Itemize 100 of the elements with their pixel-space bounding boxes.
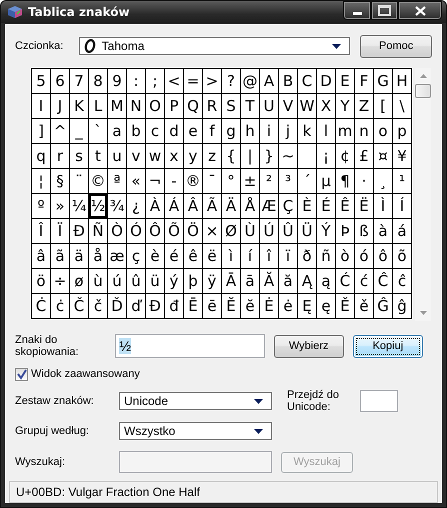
character-cell[interactable]: R xyxy=(203,94,221,118)
select-button[interactable]: Wybierz xyxy=(274,334,344,358)
character-cell[interactable]: × xyxy=(203,219,221,243)
character-cell[interactable]: Ó xyxy=(127,219,145,243)
character-cell[interactable]: y xyxy=(184,144,202,168)
character-cell[interactable]: û xyxy=(127,269,145,293)
character-cell[interactable]: Õ xyxy=(165,219,183,243)
character-cell[interactable]: Ù xyxy=(241,219,259,243)
character-cell[interactable]: n xyxy=(355,119,373,143)
character-cell[interactable]: Ă xyxy=(260,269,278,293)
character-cell[interactable]: ñ xyxy=(317,244,335,268)
character-cell[interactable]: ç xyxy=(127,244,145,268)
character-cell[interactable]: ; xyxy=(146,69,164,93)
character-cell[interactable]: þ xyxy=(184,269,202,293)
character-cell[interactable]: { xyxy=(222,144,240,168)
character-cell[interactable]: ď xyxy=(127,294,145,318)
character-cell[interactable]: Ě xyxy=(336,294,354,318)
character-cell[interactable]: ¾ xyxy=(108,194,126,218)
character-cell[interactable]: č xyxy=(89,294,107,318)
character-cell[interactable]: Û xyxy=(279,219,297,243)
character-cell[interactable]: T xyxy=(241,94,259,118)
character-cell[interactable]: å xyxy=(89,244,107,268)
character-cell[interactable]: Ä xyxy=(222,194,240,218)
character-cell[interactable]: ã xyxy=(51,244,69,268)
character-cell[interactable]: - xyxy=(165,169,183,193)
maximize-button[interactable] xyxy=(371,1,398,20)
character-cell[interactable]: B xyxy=(279,69,297,93)
character-cell[interactable]: ā xyxy=(241,269,259,293)
character-cell[interactable]: ï xyxy=(279,244,297,268)
character-cell[interactable]: Ė xyxy=(260,294,278,318)
character-cell[interactable]: á xyxy=(393,219,411,243)
character-cell[interactable]: Ċ xyxy=(32,294,50,318)
character-cell[interactable]: î xyxy=(260,244,278,268)
character-cell[interactable]: ¼ xyxy=(70,194,88,218)
character-cell[interactable]: À xyxy=(146,194,164,218)
character-cell[interactable]: æ xyxy=(108,244,126,268)
character-cell[interactable]: | xyxy=(241,144,259,168)
character-cell[interactable]: ° xyxy=(222,169,240,193)
character-cell[interactable]: p xyxy=(393,119,411,143)
character-cell[interactable]: ć xyxy=(355,269,373,293)
character-cell[interactable]: S xyxy=(222,94,240,118)
character-cell[interactable]: G xyxy=(374,69,392,93)
character-cell[interactable]: w xyxy=(146,144,164,168)
character-cell[interactable]: j xyxy=(279,119,297,143)
character-cell[interactable] xyxy=(298,144,316,168)
checkbox[interactable] xyxy=(15,368,28,380)
character-cell[interactable]: Ĝ xyxy=(374,294,392,318)
character-cell[interactable]: [ xyxy=(374,94,392,118)
character-cell[interactable]: ě xyxy=(355,294,373,318)
character-cell[interactable]: F xyxy=(355,69,373,93)
character-cell[interactable]: s xyxy=(70,144,88,168)
character-cell[interactable]: Ë xyxy=(355,194,373,218)
character-cell[interactable]: ą xyxy=(317,269,335,293)
character-cell[interactable]: ´ xyxy=(298,169,316,193)
character-cell[interactable]: Ā xyxy=(222,269,240,293)
scrollbar[interactable] xyxy=(415,68,431,321)
character-cell[interactable]: g xyxy=(222,119,240,143)
character-cell[interactable]: k xyxy=(298,119,316,143)
character-cell[interactable]: µ xyxy=(317,169,335,193)
character-cell[interactable]: § xyxy=(51,169,69,193)
character-cell[interactable]: v xyxy=(127,144,145,168)
character-cell[interactable]: h xyxy=(241,119,259,143)
search-field[interactable] xyxy=(119,451,272,473)
character-cell[interactable]: i xyxy=(260,119,278,143)
character-cell[interactable]: ¢ xyxy=(336,144,354,168)
character-cell[interactable]: ¸ xyxy=(374,169,392,193)
group-by-dropdown[interactable]: Wszystko xyxy=(119,422,272,440)
character-cell[interactable]: Ĉ xyxy=(374,269,392,293)
character-cell[interactable]: Ì xyxy=(374,194,392,218)
character-cell[interactable]: \ xyxy=(393,94,411,118)
character-cell[interactable]: : xyxy=(127,69,145,93)
character-cell[interactable]: l xyxy=(317,119,335,143)
character-cell[interactable]: ù xyxy=(89,269,107,293)
character-cell[interactable]: ¥ xyxy=(393,144,411,168)
character-cell[interactable]: Q xyxy=(184,94,202,118)
character-cell[interactable]: Ç xyxy=(279,194,297,218)
character-cell[interactable]: ë xyxy=(203,244,221,268)
character-cell[interactable]: ē xyxy=(203,294,221,318)
character-cell[interactable]: c xyxy=(146,119,164,143)
character-cell[interactable]: m xyxy=(336,119,354,143)
character-cell[interactable]: A xyxy=(260,69,278,93)
character-cell[interactable]: L xyxy=(89,94,107,118)
character-cell[interactable]: N xyxy=(127,94,145,118)
character-cell[interactable]: E xyxy=(336,69,354,93)
character-cell[interactable]: ¹ xyxy=(393,169,411,193)
character-cell[interactable]: C xyxy=(298,69,316,93)
character-cell[interactable]: Î xyxy=(32,219,50,243)
help-button[interactable]: Pomoc xyxy=(360,34,432,58)
character-cell[interactable]: Ĕ xyxy=(222,294,240,318)
character-cell[interactable]: ä xyxy=(70,244,88,268)
character-cell[interactable]: ½ xyxy=(89,194,107,218)
character-cell[interactable]: ? xyxy=(222,69,240,93)
character-cell[interactable]: Ð xyxy=(70,219,88,243)
character-cell[interactable]: è xyxy=(146,244,164,268)
scroll-thumb[interactable] xyxy=(415,84,431,98)
character-cell[interactable]: Ò xyxy=(108,219,126,243)
character-cell[interactable]: a xyxy=(108,119,126,143)
character-cell[interactable]: f xyxy=(203,119,221,143)
minimize-button[interactable] xyxy=(343,1,371,20)
character-cell[interactable]: ¿ xyxy=(127,194,145,218)
